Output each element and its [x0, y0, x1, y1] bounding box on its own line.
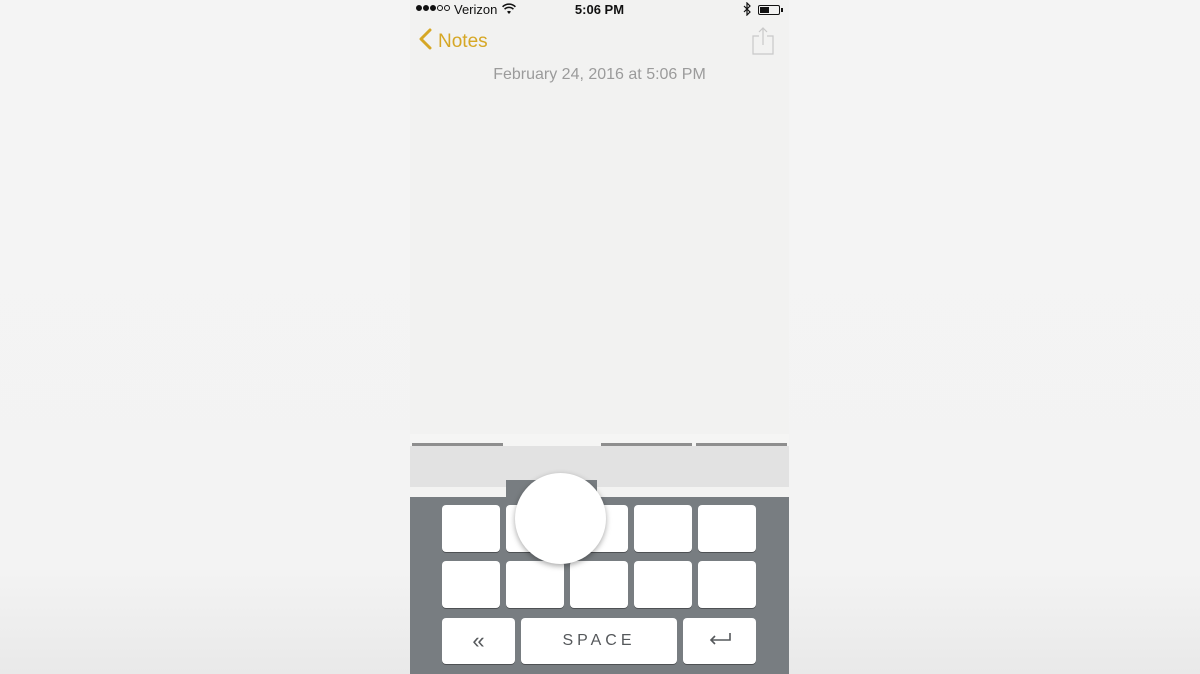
- bluetooth-icon: [743, 1, 751, 19]
- key-popup-bubble: [515, 473, 606, 564]
- key-row2-1[interactable]: [442, 561, 500, 608]
- backspace-button[interactable]: «: [442, 618, 515, 664]
- battery-cap: [781, 8, 783, 12]
- battery-icon: [758, 5, 780, 15]
- space-key[interactable]: SPACE: [521, 618, 677, 664]
- return-arrow-icon: [708, 632, 732, 651]
- phone-screen: Verizon 5:06 PM Notes February 24, 2016 …: [410, 0, 789, 674]
- back-button[interactable]: Notes: [418, 28, 488, 56]
- chevron-left-icon: [418, 28, 438, 56]
- key-row2-2[interactable]: [506, 561, 564, 608]
- key-row2-5[interactable]: [698, 561, 756, 608]
- return-key[interactable]: [683, 618, 756, 664]
- battery-level: [760, 7, 769, 13]
- screen: Verizon 5:06 PM Notes February 24, 2016 …: [0, 0, 1200, 674]
- note-date: February 24, 2016 at 5:06 PM: [493, 66, 706, 83]
- key-row1-5[interactable]: [698, 505, 756, 552]
- share-icon[interactable]: [751, 26, 775, 61]
- handwriting-area[interactable]: [410, 446, 789, 487]
- clock: 5:06 PM: [574, 2, 625, 17]
- key-row2-4[interactable]: [634, 561, 692, 608]
- key-row2-3[interactable]: [570, 561, 628, 608]
- status-bar: Verizon 5:06 PM: [410, 0, 789, 20]
- key-row1-1[interactable]: [442, 505, 500, 552]
- back-label: Notes: [438, 31, 488, 52]
- key-row1-4[interactable]: [634, 505, 692, 552]
